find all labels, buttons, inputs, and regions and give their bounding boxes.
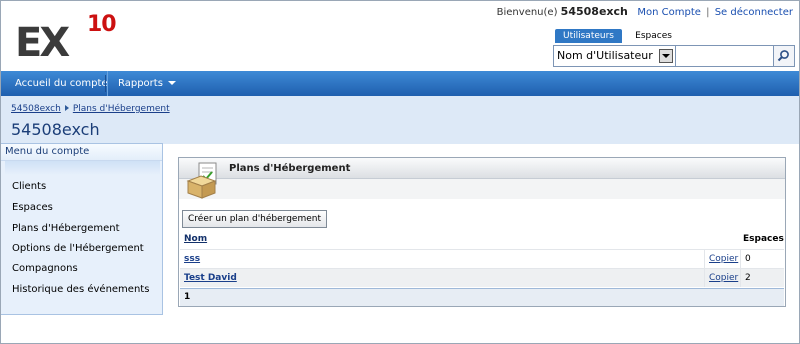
account-menu-shade xyxy=(5,161,160,175)
my-account-link[interactable]: Mon Compte xyxy=(637,7,701,18)
welcome-label: Bienvenu(e) xyxy=(496,7,558,18)
column-header-spaces: Espaces xyxy=(743,234,784,244)
nav-home[interactable]: Accueil du compte xyxy=(5,71,118,96)
nav-reports[interactable]: Rapports xyxy=(107,71,186,96)
chevron-right-icon xyxy=(64,105,69,111)
search-field-select[interactable]: Nom d'Utilisateur xyxy=(554,46,676,66)
breadcrumb-account[interactable]: 54508exch xyxy=(11,104,61,114)
account-menu-title: Menu du compte xyxy=(5,146,90,157)
account-menu-header: Menu du compte xyxy=(1,144,162,161)
plan-name-link[interactable]: sss xyxy=(184,254,200,264)
page-title: 54508exch xyxy=(11,120,100,139)
search-input[interactable] xyxy=(676,46,772,66)
search-tab-spaces[interactable]: Espaces xyxy=(627,29,680,43)
welcome-username: 54508exch xyxy=(560,5,628,18)
column-divider xyxy=(704,269,705,287)
plan-name-link[interactable]: Test David xyxy=(184,273,237,283)
sidebar-item-hosting-plans[interactable]: Plans d'Hébergement xyxy=(12,223,157,235)
column-divider xyxy=(740,269,741,287)
logo-superscript: 10 xyxy=(87,12,117,37)
welcome-bar: Bienvenu(e) 54508exch Mon Compte | Se dé… xyxy=(497,5,793,18)
sidebar-item-companions[interactable]: Compagnons xyxy=(12,263,157,275)
main-nav: Accueil du compte Rapports xyxy=(1,71,799,96)
panel-title: Plans d'Hébergement xyxy=(229,163,351,174)
search-icon xyxy=(777,50,789,62)
search-tab-users[interactable]: Utilisateurs xyxy=(555,29,622,43)
title-band: 54508exch Plans d'Hébergement 54508exch xyxy=(1,96,799,144)
logo-text: EX xyxy=(15,20,70,66)
column-divider xyxy=(704,250,705,268)
nav-reports-label: Rapports xyxy=(118,78,163,89)
pager-page-1[interactable]: 1 xyxy=(184,292,190,302)
create-hosting-plan-button[interactable]: Créer un plan d'hébergement xyxy=(182,210,327,228)
search-bar: Nom d'Utilisateur xyxy=(553,45,795,67)
sidebar-item-clients[interactable]: Clients xyxy=(12,181,157,193)
breadcrumb-hosting-plans[interactable]: Plans d'Hébergement xyxy=(73,104,170,114)
account-menu: Menu du compte Clients Espaces Plans d'H… xyxy=(1,143,163,315)
table-row: Test David Copier 2 xyxy=(180,268,784,287)
logo: EX 10 xyxy=(15,12,117,66)
copy-link[interactable]: Copier xyxy=(709,273,738,283)
sidebar-item-hosting-options[interactable]: Options de l'Hébergement xyxy=(12,243,157,255)
column-header-name[interactable]: Nom xyxy=(184,234,207,244)
breadcrumb: 54508exch Plans d'Hébergement xyxy=(11,104,170,114)
search-button[interactable] xyxy=(773,46,794,66)
chevron-down-icon[interactable] xyxy=(659,49,673,63)
search-tabs: Utilisateurs Espaces xyxy=(555,29,682,43)
hosting-plans-icon xyxy=(186,162,217,199)
spaces-count: 2 xyxy=(745,273,751,283)
sidebar-item-spaces[interactable]: Espaces xyxy=(12,202,157,214)
spaces-count: 0 xyxy=(745,254,751,264)
panel-subheader xyxy=(179,179,785,199)
pager: 1 xyxy=(180,288,784,306)
logout-link[interactable]: Se déconnecter xyxy=(715,7,793,18)
nav-divider xyxy=(105,75,106,92)
link-separator: | xyxy=(706,7,710,18)
sidebar-item-event-history[interactable]: Historique des événements xyxy=(12,284,157,296)
copy-link[interactable]: Copier xyxy=(709,254,738,264)
column-divider xyxy=(740,250,741,268)
table-header: Nom Espaces xyxy=(180,233,784,246)
chevron-down-icon xyxy=(167,81,176,85)
hosting-plans-panel: Plans d'Hébergement Créer un plan d'hébe… xyxy=(178,157,786,307)
search-field-select-value: Nom d'Utilisateur xyxy=(557,49,653,62)
panel-header: Plans d'Hébergement xyxy=(179,158,785,179)
table-row: sss Copier 0 xyxy=(180,249,784,268)
